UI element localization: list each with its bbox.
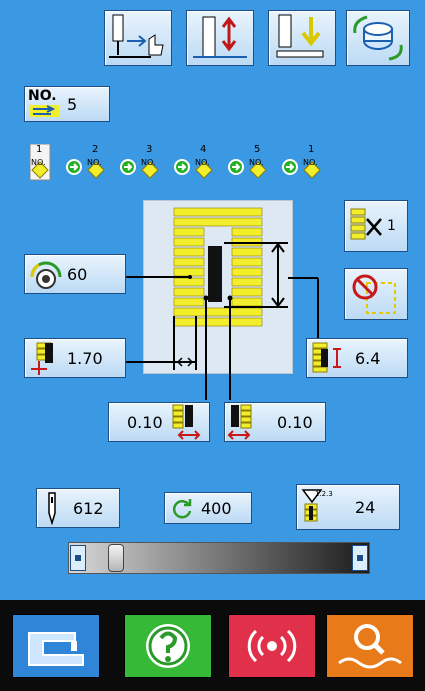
speed-dial-icon [30,261,62,289]
seq-unit-2: NO. [87,158,102,167]
pattern-number-button[interactable]: NO. 5 [24,86,110,122]
needle-icon [48,492,56,525]
slider-right-button[interactable] [352,545,368,571]
pattern-counter-icon: 1.2.3. [301,489,333,522]
seq-unit-6: NO. [303,158,318,167]
info-button[interactable] [124,614,212,678]
stitch-counter-value: 612 [73,498,104,518]
wireless-signal-icon [247,629,297,663]
right-offset-value: 0.10 [277,412,313,432]
pattern-counter-value: 24 [355,497,376,517]
right-offset-button[interactable]: 0.10 [224,402,326,442]
seq-unit-5: NO. [249,158,264,167]
fabric-lift-icon [193,16,247,58]
info-icon [146,624,190,668]
zigzag-width-button[interactable]: 1.70 [24,338,126,378]
search-icon [338,624,402,669]
needle-position-icon [109,14,164,58]
seq-number-2: 2 [92,144,99,155]
right-marker-icon [357,555,363,561]
seq-arrow-5 [282,159,298,175]
zigzag-width-value: 1.70 [67,348,103,368]
seq-unit-4: NO. [195,158,210,167]
sewing-machine-icon [28,632,84,666]
bobbin-winding-button[interactable] [346,10,410,66]
no-trim-icon [352,274,396,314]
zigzag-width-icon [31,342,53,375]
loop-counter-button[interactable]: 400 [164,492,252,524]
wireless-button[interactable] [228,614,316,678]
pattern-sequence-icons [30,144,321,181]
seq-arrow-3 [174,159,190,175]
double-arrow-icon [29,105,59,117]
stitch-length-icon [312,342,341,373]
needle-position-button[interactable] [104,10,172,66]
left-offset-icon [172,404,201,440]
seq-number-6: 1 [308,144,315,155]
seq-number-1: 1 [36,144,43,155]
left-offset-button[interactable]: 0.10 [108,402,210,442]
slider-thumb[interactable] [107,544,124,572]
seq-arrow-2 [120,159,136,175]
bobbin-winding-icon [353,15,403,61]
left-marker-icon [75,555,81,561]
repeat-count-value: 1 [387,218,396,234]
screen: NO. 5 1 2 3 4 5 1 NO. NO. NO. NO. NO. NO… [0,0,425,691]
seq-unit-3: NO. [141,158,156,167]
stitch-length-button[interactable]: 6.4 [306,338,408,378]
no-trim-button[interactable] [344,268,408,320]
stitch-counter-button[interactable]: 612 [36,488,120,528]
sewing-machine-button[interactable] [12,614,100,678]
repeat-stitch-icon [350,208,382,240]
stitch-diagram [143,200,293,374]
right-offset-icon [227,404,252,440]
seq-arrow-1 [66,159,82,175]
pattern-number-value: 5 [67,94,78,114]
bottom-nav [0,600,425,691]
pattern-counter-button[interactable]: 1.2.3. 24 [296,484,400,530]
left-offset-value: 0.10 [127,412,163,432]
pattern-sequence: 1 2 3 4 5 1 NO. NO. NO. NO. NO. NO. [30,144,340,184]
refresh-loop-icon [172,499,192,519]
slider-left-button[interactable] [70,545,86,571]
seq-arrow-4 [228,159,244,175]
seq-unit-1: NO. [31,158,46,167]
presser-foot-button[interactable] [268,10,336,66]
speed-button[interactable]: 60 [24,254,126,294]
seq-number-3: 3 [146,144,153,155]
presser-foot-icon [276,14,324,58]
search-button[interactable] [326,614,414,678]
seq-number-5: 5 [254,144,261,155]
seq-number-4: 4 [200,144,207,155]
svg-text:1.2.3.: 1.2.3. [315,490,333,498]
stitch-length-value: 6.4 [355,348,381,368]
loop-counter-value: 400 [201,498,232,518]
speed-slider[interactable] [68,542,370,574]
repeat-count-button[interactable]: 1 [344,200,408,252]
fabric-lift-button[interactable] [186,10,254,66]
pattern-number-badge: NO. [27,88,63,119]
speed-value: 60 [67,264,88,284]
